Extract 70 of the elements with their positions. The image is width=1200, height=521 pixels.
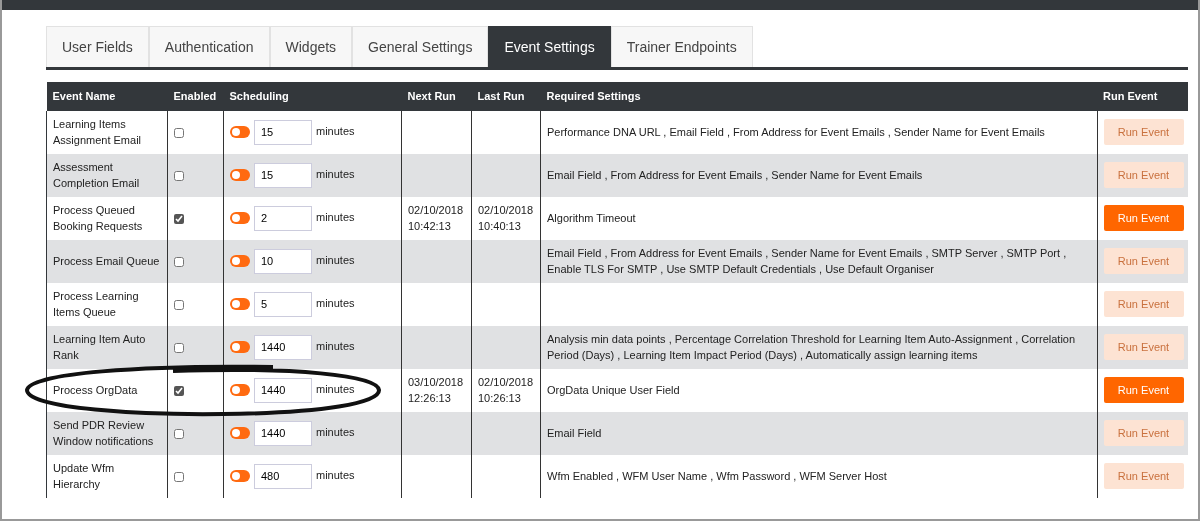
required-settings: Analysis min data points , Percentage Correlation Threshold for Learning Item Auto-Assignment , Correlation Period (Days) , Learning Item Impact Period (Days) , Automatically assign learning items — [547, 333, 1076, 361]
interval-field[interactable]: 15 — [254, 162, 312, 188]
enabled-checkbox[interactable] — [174, 472, 184, 483]
interval-field[interactable]: 1440 — [254, 420, 312, 446]
column-header: Required Settings — [540, 82, 1097, 111]
next-run: 03/10/2018 12:26:13 — [408, 376, 464, 404]
interval-field[interactable]: 1440 — [254, 334, 312, 360]
toggle-switch[interactable] — [230, 341, 250, 353]
unit-label: minutes — [316, 296, 355, 309]
tab[interactable]: Authentication — [148, 26, 270, 67]
unit-label: minutes — [316, 124, 355, 137]
tab[interactable]: Event Settings — [488, 26, 611, 67]
column-header: Last Run — [471, 82, 541, 111]
tab[interactable]: Trainer Endpoints — [610, 26, 753, 67]
unit-label: minutes — [316, 425, 355, 438]
required-settings: Wfm Enabled , WFM User Name , Wfm Password , WFM Server Host — [547, 470, 887, 482]
unit-label: minutes — [316, 382, 355, 395]
event-name: Learning Item Auto Rank — [53, 333, 146, 361]
event-name: Send PDR Review Window notifications — [53, 419, 154, 447]
last-run: 02/10/2018 10:40:13 — [478, 204, 534, 232]
enabled-checkbox[interactable] — [174, 386, 184, 397]
required-settings: Email Field — [547, 427, 602, 439]
column-header: Next Run — [401, 82, 472, 111]
unit-label: minutes — [316, 339, 355, 352]
toggle-switch[interactable] — [230, 298, 250, 310]
last-run: 02/10/2018 10:26:13 — [478, 376, 534, 404]
column-header: Enabled — [167, 82, 224, 111]
enabled-checkbox[interactable] — [174, 257, 184, 268]
toggle-switch[interactable] — [230, 126, 250, 138]
interval-field[interactable]: 10 — [254, 248, 312, 274]
event-name: Process Email Queue — [53, 255, 160, 267]
enabled-checkbox[interactable] — [174, 429, 184, 440]
event-name: Update Wfm Hierarchy — [53, 462, 115, 490]
event-name: Process Learning Items Queue — [53, 290, 139, 318]
enabled-checkbox[interactable] — [174, 300, 184, 311]
event-name: Learning Items Assignment Email — [53, 118, 142, 146]
next-run: 02/10/2018 10:42:13 — [408, 204, 464, 232]
required-settings: Email Field , From Address for Event Emails , Sender Name for Event Emails — [547, 169, 923, 181]
required-settings: Algorithm Timeout — [547, 212, 636, 224]
required-settings: Performance DNA URL , Email Field , From Address for Event Emails , Sender Name for Event Emails — [547, 126, 1045, 138]
column-header: Run Event — [1097, 82, 1188, 111]
toggle-switch[interactable] — [230, 255, 250, 267]
interval-field[interactable]: 15 — [254, 119, 312, 145]
toggle-switch[interactable] — [230, 212, 250, 224]
unit-label: minutes — [316, 253, 355, 266]
unit-label: minutes — [316, 468, 355, 481]
interval-field[interactable]: 480 — [254, 463, 312, 489]
enabled-checkbox[interactable] — [174, 214, 184, 225]
enabled-checkbox[interactable] — [174, 128, 184, 139]
tab[interactable]: Widgets — [269, 26, 353, 67]
column-header: Scheduling — [223, 82, 402, 111]
toggle-switch[interactable] — [230, 427, 250, 439]
enabled-checkbox[interactable] — [174, 343, 184, 354]
required-settings: Email Field , From Address for Event Emails , Sender Name for Event Emails , SMTP Server , SMTP Port , Enable TLS For SMTP , Use SMTP Default Credentials , Use Default Organiser — [547, 247, 1067, 275]
toggle-switch[interactable] — [230, 470, 250, 482]
toggle-switch[interactable] — [230, 384, 250, 396]
toggle-switch[interactable] — [230, 169, 250, 181]
unit-label: minutes — [316, 210, 355, 223]
enabled-checkbox[interactable] — [174, 171, 184, 182]
tab[interactable]: General Settings — [352, 26, 489, 67]
required-settings: OrgData Unique User Field — [547, 384, 680, 396]
interval-field[interactable]: 2 — [254, 205, 312, 231]
interval-field[interactable]: 1440 — [254, 377, 312, 403]
event-name: Assessment Completion Email — [53, 161, 140, 189]
unit-label: minutes — [316, 167, 355, 180]
event-name: Process OrgData — [53, 384, 138, 396]
interval-field[interactable]: 5 — [254, 291, 312, 317]
event-name: Process Queued Booking Requests — [53, 204, 143, 232]
tab[interactable]: User Fields — [46, 26, 149, 67]
column-header: Event Name — [46, 82, 168, 111]
